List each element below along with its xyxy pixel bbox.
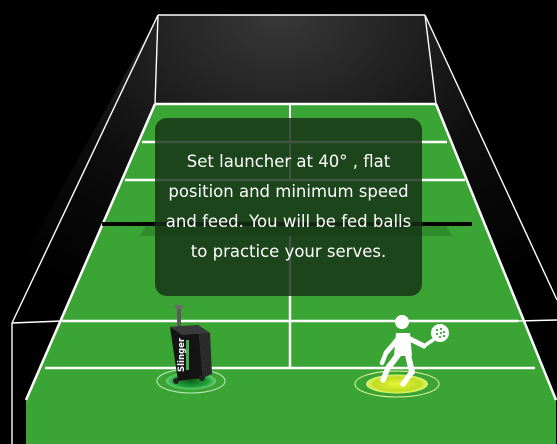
player-glow — [366, 374, 428, 394]
padel-court-scene: Slinger Set launcher at 40° , flat posit… — [0, 0, 557, 444]
instruction-panel: Set launcher at 40° , flat position and … — [155, 118, 422, 296]
launcher-brand-label: Slinger — [177, 337, 187, 372]
instruction-text: Set launcher at 40° , flat position and … — [165, 152, 412, 261]
